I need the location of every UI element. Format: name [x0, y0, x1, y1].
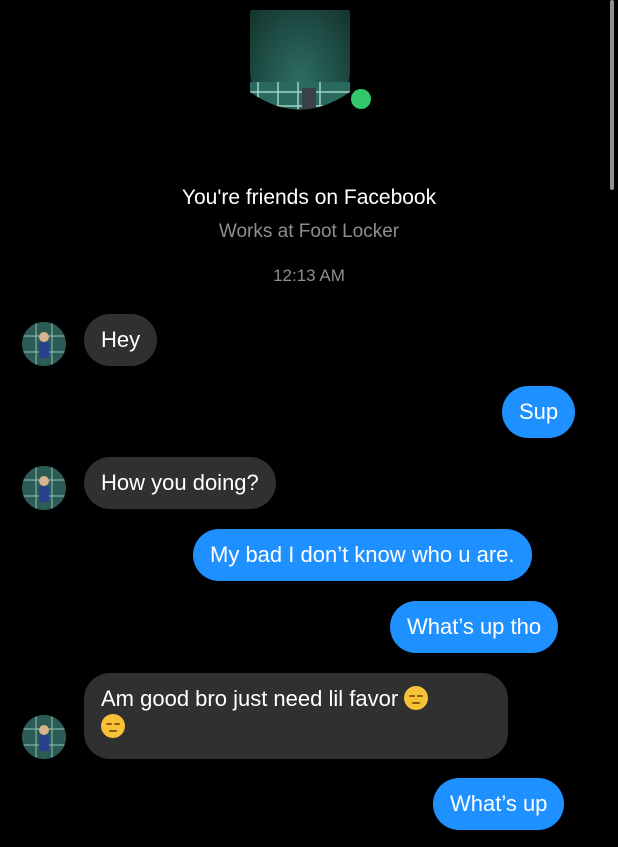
message-text: What’s up [450, 791, 548, 816]
avatar-image [22, 715, 66, 759]
pensive-face-emoji-icon [404, 686, 429, 710]
message-bubble-incoming[interactable]: Am good bro just need lil favor [84, 673, 508, 759]
message-text: My bad I don’t know who u are. [210, 542, 515, 567]
message-text: What’s up tho [407, 614, 542, 639]
contact-profile-photo[interactable] [250, 10, 350, 120]
scrollbar[interactable] [610, 0, 614, 190]
message-text: How you doing? [101, 470, 259, 495]
message-bubble-outgoing[interactable]: Sup [502, 386, 576, 438]
message-bubble-incoming[interactable]: Hey [84, 314, 158, 366]
pensive-face-emoji-icon [101, 714, 125, 738]
contact-avatar[interactable] [22, 466, 66, 510]
message-text: Am good bro just need lil favor [101, 686, 399, 711]
message-timestamp: 12:13 AM [273, 266, 345, 285]
online-status-dot [348, 86, 374, 112]
message-bubble-outgoing[interactable]: What’s up tho [390, 601, 559, 653]
avatar-image [22, 322, 66, 366]
contact-avatar[interactable] [22, 715, 66, 759]
contact-avatar[interactable] [22, 322, 66, 366]
message-text: Sup [519, 399, 559, 424]
profile-photo-image [250, 82, 350, 110]
contact-workplace-text: Works at Foot Locker [218, 221, 400, 242]
message-bubble-incoming[interactable]: How you doing? [84, 457, 276, 509]
friends-status-text: You're friends on Facebook [181, 186, 437, 209]
message-bubble-outgoing[interactable]: My bad I don’t know who u are. [193, 529, 532, 581]
avatar-image [22, 466, 66, 510]
message-text: Hey [101, 327, 141, 352]
message-bubble-outgoing[interactable]: What’s up [433, 778, 565, 830]
